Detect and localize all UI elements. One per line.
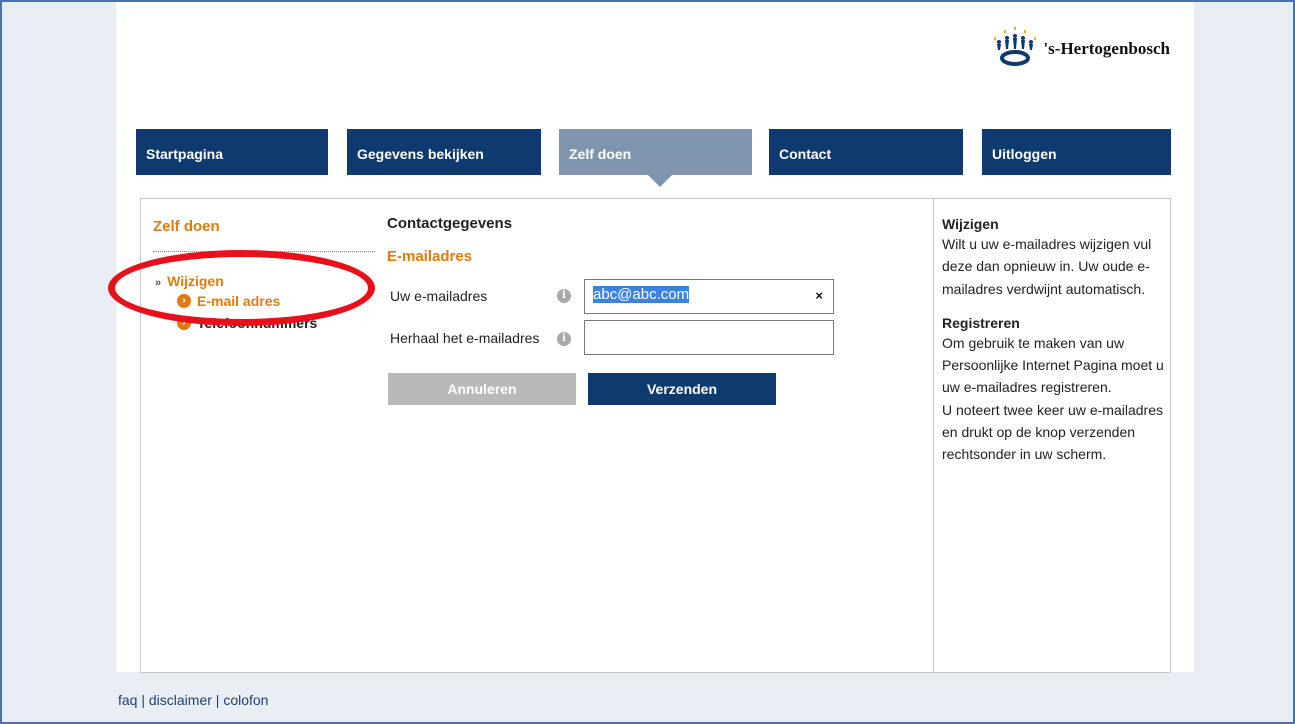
site-logo[interactable]: 's-Hertogenbosch (989, 24, 1170, 68)
footer-link-colofon[interactable]: colofon (223, 692, 268, 708)
nav-active-indicator (648, 175, 672, 187)
nav-startpagina[interactable]: Startpagina (136, 129, 328, 175)
column-divider (933, 199, 934, 672)
nav-zelf-doen[interactable]: Zelf doen (559, 129, 752, 187)
help-text-wijzigen: Wilt u uw e-mailadres wijzigen vul deze … (942, 236, 1152, 297)
email-field-value: abc@abc.com (593, 286, 690, 303)
cancel-button[interactable]: Annuleren (388, 373, 576, 405)
nav-zelf-doen-label: Zelf doen (569, 146, 632, 162)
footer-links: faq | disclaimer | colofon (118, 692, 268, 708)
logo-text: 's-Hertogenbosch (1043, 39, 1170, 58)
form-subtitle: E-mailadres (387, 248, 473, 265)
page-container: 's-Hertogenbosch Startpagina Gegevens be… (108, 2, 1194, 673)
info-icon[interactable]: i (557, 289, 571, 303)
help-panel: Wijzigen Wilt u uw e-mailadres wijzigen … (942, 215, 1167, 480)
nav-contact[interactable]: Contact (769, 129, 963, 175)
help-text-registreren-2: U noteert twee keer uw e-mailadres en dr… (942, 401, 1163, 463)
info-icon[interactable]: i (557, 332, 571, 346)
email-field[interactable]: abc@abc.com × (584, 279, 834, 314)
form-title: Contactgegevens (387, 215, 513, 232)
footer-link-disclaimer[interactable]: disclaimer (149, 692, 212, 708)
help-text-registreren: Om gebruik te maken van uw Persoonlijke … (942, 334, 1164, 396)
highlight-annotation-oval (108, 250, 375, 326)
sidebar-title: Zelf doen (153, 218, 220, 235)
footer-separator: | (215, 692, 220, 708)
email-field-label: Uw e-mailadres (390, 288, 488, 304)
nav-uitloggen[interactable]: Uitloggen (982, 129, 1171, 175)
nav-gegevens-bekijken[interactable]: Gegevens bekijken (347, 129, 541, 175)
submit-button[interactable]: Verzenden (588, 373, 776, 405)
repeat-email-field[interactable] (584, 320, 834, 355)
content-panel: Zelf doen » Wijzigen › E-mail adres › Tel… (108, 198, 1171, 673)
clear-icon[interactable]: × (815, 288, 823, 303)
main-nav: Startpagina Gegevens bekijken Zelf doen … (136, 129, 1171, 187)
footer-link-faq[interactable]: faq (118, 692, 137, 708)
help-heading-wijzigen: Wijzigen (942, 216, 999, 232)
crown-logo-icon (994, 27, 1037, 66)
footer-separator: | (141, 692, 145, 708)
help-heading-registreren: Registreren (942, 314, 1020, 331)
repeat-email-field-label: Herhaal het e-mailadres (390, 330, 540, 346)
